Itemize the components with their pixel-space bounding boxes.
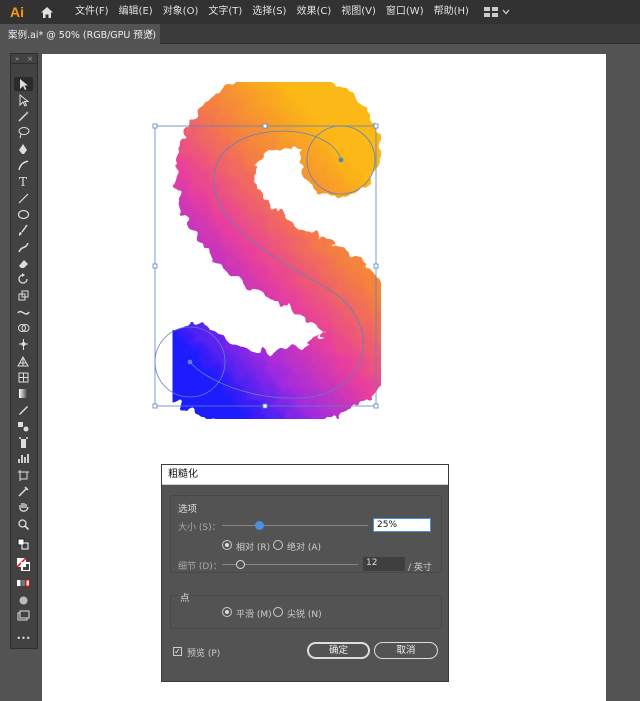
absolute-radio[interactable]: [273, 540, 283, 550]
relative-radio[interactable]: [222, 540, 232, 550]
detail-unit: / 英寸: [408, 563, 432, 573]
puppet-warp-tool[interactable]: [14, 338, 33, 352]
points-group-label: 点: [178, 590, 192, 604]
smooth-radio[interactable]: [222, 607, 232, 617]
ok-button[interactable]: 确定: [307, 642, 370, 659]
size-slider-thumb[interactable]: [254, 521, 264, 530]
blend-tool[interactable]: [14, 419, 33, 433]
preview-checkbox[interactable]: ✓: [173, 647, 182, 656]
eyedropper-tool[interactable]: [14, 403, 33, 417]
pen-tool[interactable]: [14, 142, 33, 156]
shaper-tool[interactable]: [14, 240, 33, 254]
edit-toolbar-more-icon[interactable]: •••: [14, 631, 33, 645]
corner-radio[interactable]: [273, 607, 283, 617]
fill-stroke-swap-icon[interactable]: [14, 537, 33, 551]
detail-input[interactable]: 12: [363, 557, 405, 571]
magic-wand-tool[interactable]: [14, 110, 33, 124]
eraser-tool[interactable]: [14, 256, 33, 270]
preview-label: 预览 (P): [187, 649, 221, 659]
ellipse-tool[interactable]: [14, 207, 33, 221]
mesh-tool[interactable]: [14, 370, 33, 384]
selection-tool[interactable]: [14, 77, 33, 91]
type-tool[interactable]: T: [14, 175, 33, 189]
size-label: 大小 (S)：: [178, 523, 221, 533]
width-tool[interactable]: [14, 305, 33, 319]
roughen-dialog: 粗糙化 选项 大小 (S)： 25% 相对 (R) 绝对 (A) 细节 (D)：…: [161, 464, 449, 682]
hand-tool[interactable]: [14, 501, 33, 515]
lasso-tool[interactable]: [14, 126, 33, 140]
dialog-title: 粗糙化: [162, 465, 448, 485]
shape-builder-tool[interactable]: [14, 322, 33, 336]
detail-label: 细节 (D)：: [178, 562, 222, 572]
tool-list: T •••: [10, 53, 38, 649]
column-graph-tool[interactable]: [14, 452, 33, 466]
screen-mode-icon[interactable]: [14, 609, 33, 623]
perspective-grid-tool[interactable]: [14, 354, 33, 368]
fill-stroke-swatch[interactable]: [14, 557, 33, 571]
smooth-label: 平滑 (M): [236, 610, 272, 620]
illustrator-window: Ai 文件(F) 编辑(E) 对象(O) 文字(T) 选择(S) 效果(C) 视…: [0, 0, 640, 701]
size-slider-track[interactable]: [222, 525, 368, 526]
options-group-label: 选项: [178, 504, 198, 515]
line-tool[interactable]: [14, 191, 33, 205]
rotate-tool[interactable]: [14, 273, 33, 287]
svg-text:T: T: [19, 175, 27, 188]
curvature-tool[interactable]: [14, 159, 33, 173]
slice-tool[interactable]: [14, 485, 33, 499]
size-input[interactable]: 25%: [373, 518, 431, 532]
symbol-sprayer-tool[interactable]: [14, 436, 33, 450]
detail-slider-thumb[interactable]: [236, 560, 245, 569]
relative-label: 相对 (R): [236, 543, 271, 553]
color-mode-icon[interactable]: [14, 577, 33, 591]
draw-mode-icon[interactable]: [14, 593, 33, 607]
paintbrush-tool[interactable]: [14, 224, 33, 238]
absolute-label: 绝对 (A): [287, 543, 322, 553]
scale-tool[interactable]: [14, 289, 33, 303]
corner-label: 尖锐 (N): [287, 610, 322, 620]
direct-selection-tool[interactable]: [14, 93, 33, 107]
zoom-tool[interactable]: [14, 517, 33, 531]
gradient-tool[interactable]: [14, 387, 33, 401]
artboard-tool[interactable]: [14, 468, 33, 482]
cancel-button[interactable]: 取消: [374, 642, 438, 659]
